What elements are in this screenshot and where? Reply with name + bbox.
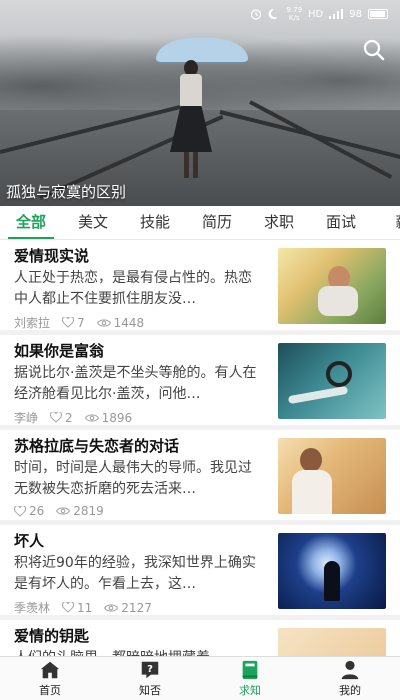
- app-screen: 孤独与寂寞的区别 9.79 K/s HD 98 全部 美文 技能 简历 求职 面…: [0, 0, 400, 700]
- like-count: 7: [77, 315, 85, 330]
- network-speed: 9.79 K/s: [286, 6, 303, 22]
- nav-mine[interactable]: 我的: [300, 657, 400, 700]
- network-type: HD: [308, 8, 324, 20]
- battery-icon: [368, 9, 388, 19]
- tab-essays[interactable]: 美文: [62, 206, 124, 239]
- bottom-navigation: 首页 ? 知否 求知 我的: [0, 656, 400, 700]
- nav-qiuzhi[interactable]: 求知: [200, 657, 300, 700]
- article-author: 刘索拉: [14, 316, 51, 330]
- views: 1896: [84, 410, 133, 425]
- alarm-icon: [251, 9, 262, 20]
- banner-caption: 孤独与寂寞的区别: [6, 183, 127, 201]
- svg-text:?: ?: [147, 664, 153, 675]
- eye-icon: [96, 318, 111, 327]
- like-count: 2: [65, 410, 73, 425]
- heart-icon: [62, 317, 75, 328]
- user-icon: [341, 660, 359, 680]
- like-count: 11: [77, 600, 93, 615]
- search-button[interactable]: [362, 38, 388, 64]
- signal-icon: [329, 9, 344, 19]
- heart-icon: [14, 505, 26, 517]
- article-thumbnail: [278, 628, 386, 656]
- category-tabs: 全部 美文 技能 简历 求职 面试 薪: [0, 206, 400, 240]
- list-item[interactable]: 如果你是富翁 据说比尔·盖茨是不坐头等舱的。有人在经济舱看见比尔·盖茨，问他… …: [0, 335, 400, 425]
- list-item[interactable]: 爱情的钥匙 人们的头脑里，都暗暗地埋藏着…: [0, 620, 400, 656]
- heart-icon: [50, 412, 63, 423]
- search-icon: [363, 39, 385, 61]
- view-count: 2127: [121, 600, 152, 615]
- nav-zhifou-label: 知否: [139, 684, 161, 697]
- tab-interview[interactable]: 面试: [310, 206, 372, 239]
- views: 1448: [96, 315, 145, 330]
- views: 2819: [56, 504, 104, 518]
- likes: 26: [14, 504, 44, 518]
- article-list: 爱情现实说 人正处于热恋，是最有侵占性的。热恋中人都止不住要抓住朋友没… 刘索拉…: [0, 240, 400, 656]
- likes: 11: [62, 601, 92, 615]
- heart-icon: [62, 602, 75, 613]
- nav-mine-label: 我的: [339, 684, 361, 697]
- article-summary: 据说比尔·盖茨是不坐头等舱的。有人在经济舱看见比尔·盖茨，问他…: [14, 365, 257, 402]
- article-thumbnail: [278, 248, 386, 324]
- article-summary: 人正处于热恋，是最有侵占性的。热恋中人都止不住要抓住朋友没…: [14, 270, 252, 307]
- like-count: 26: [29, 504, 45, 518]
- book-icon: [242, 660, 258, 680]
- question-icon: ?: [141, 661, 159, 679]
- battery-percent: 98: [349, 8, 362, 20]
- view-count: 2819: [73, 504, 104, 518]
- tab-skills[interactable]: 技能: [124, 206, 186, 239]
- status-bar: 9.79 K/s HD 98: [0, 0, 400, 28]
- article-author: 季羡林: [14, 601, 51, 615]
- woman-illustration: [170, 60, 212, 180]
- nav-qiuzhi-label: 求知: [239, 684, 261, 697]
- view-count: 1448: [113, 315, 145, 330]
- article-author: 李峥: [14, 411, 39, 425]
- likes: 2: [50, 411, 73, 425]
- article-summary: 人们的头脑里，都暗暗地埋藏着…: [14, 648, 264, 656]
- tab-resume[interactable]: 简历: [186, 206, 248, 239]
- home-icon: [40, 661, 60, 679]
- article-thumbnail: [278, 533, 386, 609]
- view-count: 1896: [101, 410, 133, 425]
- tab-all[interactable]: 全部: [0, 206, 62, 239]
- article-thumbnail: [278, 343, 386, 419]
- nav-zhifou[interactable]: ? 知否: [100, 657, 200, 700]
- list-item[interactable]: 爱情现实说 人正处于热恋，是最有侵占性的。热恋中人都止不住要抓住朋友没… 刘索拉…: [0, 240, 400, 330]
- eye-icon: [56, 507, 71, 515]
- article-summary: 积将近90年的经验，我深知世界上确实是有坏人的。乍看上去，这…: [14, 555, 256, 592]
- list-item[interactable]: 坏人 积将近90年的经验，我深知世界上确实是有坏人的。乍看上去，这… 季羡林 1…: [0, 525, 400, 615]
- nav-home-label: 首页: [39, 684, 61, 697]
- hero-banner[interactable]: 孤独与寂寞的区别: [0, 0, 400, 206]
- tab-salary[interactable]: 薪: [372, 206, 400, 239]
- list-item[interactable]: 苏格拉底与失恋者的对话 时间，时间是人最伟大的导师。我见过无数被失恋折磨的死去活…: [0, 430, 400, 520]
- moon-icon: [269, 8, 278, 20]
- article-summary: 时间，时间是人最伟大的导师。我见过无数被失恋折磨的死去活来…: [14, 460, 252, 497]
- eye-icon: [84, 413, 99, 422]
- tab-jobs[interactable]: 求职: [248, 206, 310, 239]
- nav-home[interactable]: 首页: [0, 657, 100, 700]
- eye-icon: [104, 603, 119, 612]
- likes: 7: [62, 316, 85, 330]
- article-thumbnail: [278, 438, 386, 514]
- views: 2127: [104, 601, 152, 615]
